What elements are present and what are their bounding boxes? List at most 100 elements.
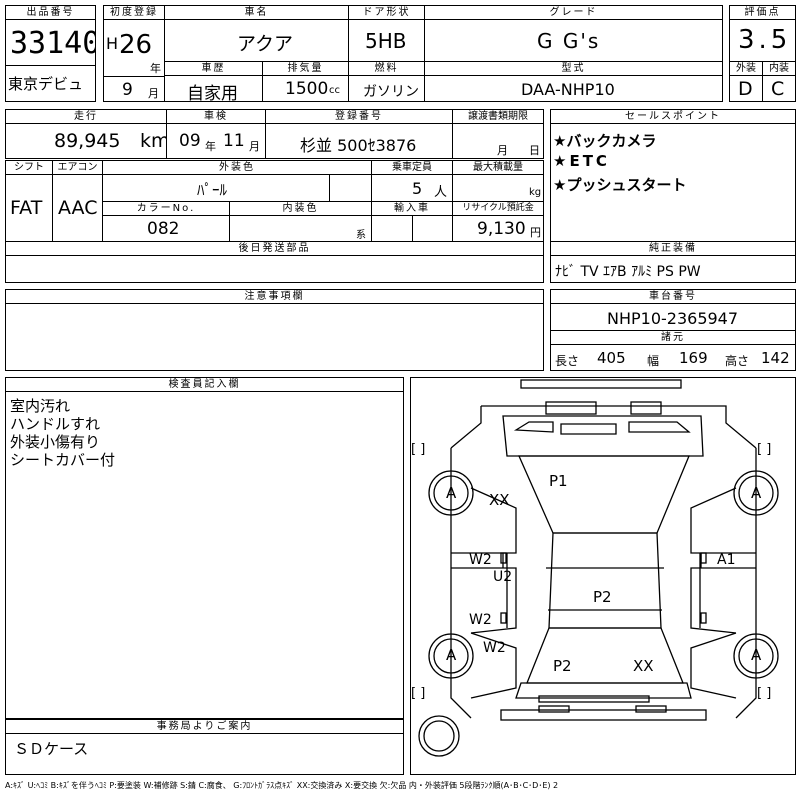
ext-color-box: ﾊﾟｰﾙ: [102, 174, 330, 202]
venue-value: 東京デビュ: [8, 75, 84, 93]
bracket-right: [ ]: [757, 442, 772, 457]
load-box: kg: [452, 174, 544, 202]
recycle-unit: 円: [530, 226, 541, 239]
displacement-value: 1500: [285, 79, 329, 99]
recycle-box: 9,130 円: [452, 215, 544, 242]
inspection-month: 11: [223, 131, 245, 151]
damage-mark: A1: [717, 552, 736, 568]
shift-value: FAT: [10, 197, 43, 219]
model-value: DAA-NHP10: [521, 80, 615, 99]
chassis-box: NHP10-2365947: [550, 303, 796, 331]
parts-label: 後日発送部品: [5, 241, 544, 256]
mileage-value: 89,945: [54, 130, 121, 152]
damage-mark: XX: [489, 491, 510, 509]
ext-color-label: 外装色: [102, 160, 372, 175]
mileage-unit: km: [140, 130, 167, 152]
mileage-label: 走行: [5, 109, 167, 124]
recycle-label: リサイクル預託金: [452, 201, 544, 216]
load-label: 最大積載量: [452, 160, 544, 175]
lot-number-label: 出品番号: [5, 5, 96, 20]
color-no-label: カラーNo.: [102, 201, 230, 216]
displacement-unit: cc: [329, 85, 340, 96]
fuel-label: 燃料: [348, 61, 425, 76]
color-no-box: 082: [102, 215, 230, 242]
first-registration-year: 26: [119, 30, 153, 60]
fuel-box: ガソリン: [348, 75, 425, 102]
width-label: 幅: [647, 354, 660, 368]
damage-mark: W2: [469, 612, 492, 628]
door-box: 5HB: [348, 19, 425, 62]
dims-label: 諸元: [550, 330, 796, 345]
shift-label: シフト: [5, 160, 53, 175]
bracket-left: [ ]: [411, 686, 426, 701]
wheel-mark: A: [446, 484, 457, 502]
exterior-grade-box: D: [729, 75, 763, 102]
first-registration-month-box: 9 月: [103, 76, 165, 102]
inspection-year-unit: 年: [205, 140, 216, 153]
sales-point-item: ★プッシュスタート: [553, 176, 687, 194]
notes-label: 注意事項欄: [5, 289, 544, 304]
car-name-value: アクア: [237, 33, 294, 55]
first-registration-year-box: H 26 年: [103, 19, 165, 77]
plate-label: 登録番号: [265, 109, 453, 124]
notes-box: [5, 303, 544, 371]
inspection-month-unit: 月: [249, 140, 260, 153]
import-box-a: [371, 215, 413, 242]
sales-point-item: ★バックカメラ: [553, 132, 657, 150]
transfer-label: 譲渡書類期限: [452, 109, 544, 124]
length-value: 405: [597, 349, 626, 367]
dims-box: 長さ 405 幅 169 高さ 142: [550, 344, 796, 371]
int-color-label: 内装色: [229, 201, 372, 216]
era-letter: H: [106, 34, 119, 53]
damage-mark: XX: [633, 657, 654, 675]
office-label: 事務局よりご案内: [5, 719, 404, 734]
damage-mark: W2: [469, 552, 492, 568]
exterior-grade-value: D: [738, 78, 753, 100]
wheel-spare: [418, 715, 460, 757]
displacement-box: 1500 cc: [262, 75, 349, 102]
office-box: ＳＤケース: [5, 733, 404, 775]
car-name-label: 車名: [164, 5, 349, 20]
inspection-box: 09 年 11 月: [166, 123, 266, 159]
length-label: 長さ: [555, 354, 580, 368]
wheel-mark: A: [751, 646, 762, 664]
capacity-unit: 人: [434, 185, 448, 200]
mileage-box: 89,945 km: [5, 123, 167, 159]
damage-mark: W2: [483, 640, 506, 656]
damage-mark: P2: [553, 657, 572, 675]
ext-color-extra-box: [329, 174, 372, 202]
import-box-b: [412, 215, 453, 242]
history-value: 自家用: [187, 84, 238, 102]
recycle-value: 9,130: [477, 219, 526, 239]
transfer-month-unit: 月: [497, 144, 508, 157]
sales-point-label: セールスポイント: [550, 109, 796, 124]
month-unit: 月: [148, 87, 159, 100]
lot-number-value: 33140: [10, 26, 96, 61]
bracket-left: [ ]: [411, 442, 426, 457]
sales-point-item: ★ETC: [553, 152, 610, 170]
shift-box: FAT: [5, 174, 53, 242]
model-label: 型式: [424, 61, 723, 76]
int-color-box: 系: [229, 215, 372, 242]
wheel-mark: A: [751, 484, 762, 502]
office-value: ＳＤケース: [14, 740, 89, 758]
history-label: 車歴: [164, 61, 263, 76]
equipment-value: ﾅﾋﾞ TV ｴｱB ｱﾙﾐ PS PW: [555, 264, 701, 280]
grade-value: G G's: [537, 29, 601, 53]
damage-legend: A:ｷｽﾞ U:ﾍｺﾐ B:ｷｽﾞを伴うﾍｺﾐ P:要塗装 W:補修跡 S:錆 …: [5, 781, 559, 790]
aircon-label: エアコン: [52, 160, 103, 175]
bracket-right: [ ]: [757, 686, 772, 701]
transfer-day-unit: 日: [529, 144, 540, 157]
color-no-value: 082: [147, 219, 180, 239]
chassis-label: 車台番号: [550, 289, 796, 304]
parts-box: [5, 255, 544, 283]
inspector-line: シートカバー付: [10, 451, 116, 469]
car-name-box: アクア: [164, 19, 349, 62]
car-diagram-box: [ ] [ ] [ ] [ ] A A A A P1 XX W2 U2 W2 W…: [410, 377, 796, 775]
aircon-value: AAC: [58, 197, 98, 219]
history-box: 自家用: [164, 75, 263, 102]
chassis-value: NHP10-2365947: [607, 309, 739, 328]
model-box: DAA-NHP10: [424, 75, 723, 102]
year-unit: 年: [150, 62, 161, 75]
fuel-value: ガソリン: [363, 84, 419, 100]
